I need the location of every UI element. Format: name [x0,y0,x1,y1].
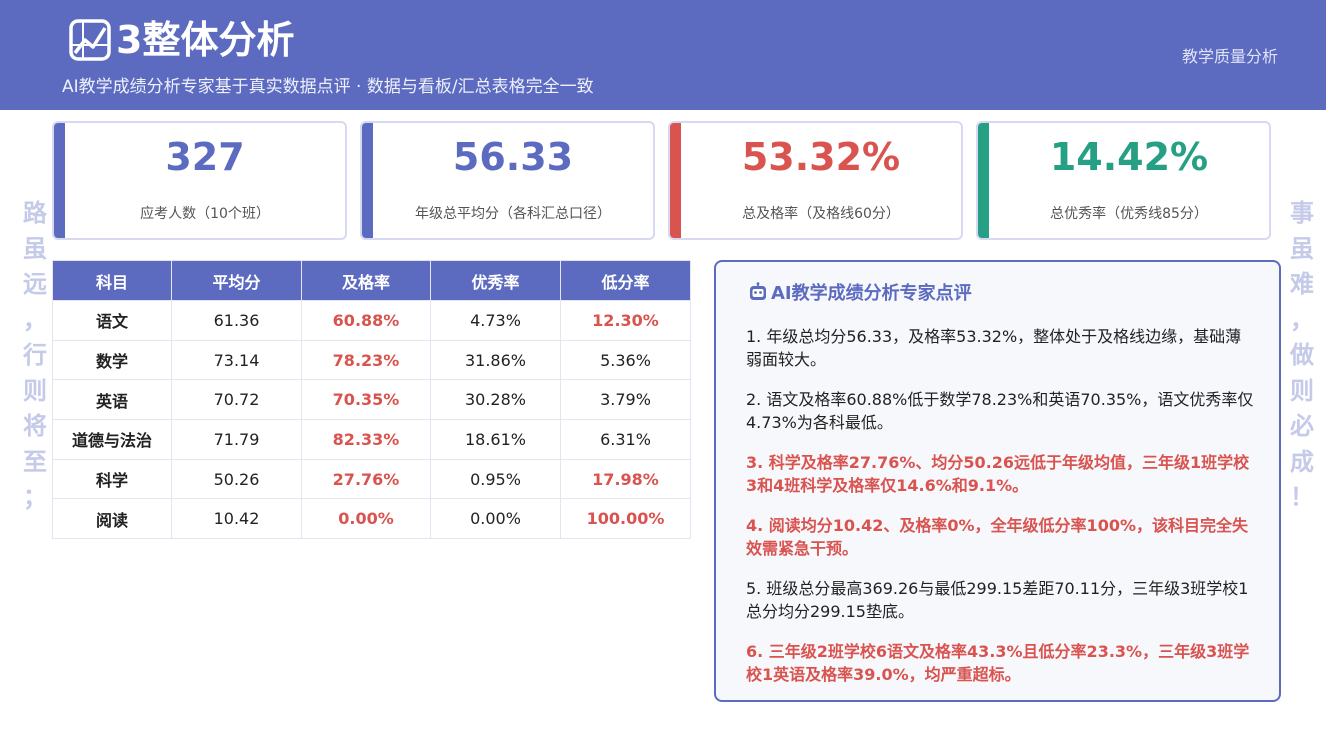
cell-excellent-rate: 4.73% [430,300,561,341]
cell-subject: 英语 [52,379,172,421]
review-item-warning: 3. 科学及格率27.76%、均分50.26远低于年级均值，三年级1班学校3和4… [746,453,1250,495]
kpi-card-examinees: 327 应考人数（10个班） [52,121,347,240]
cell-excellent-rate: 18.61% [430,419,561,460]
kpi-value: 56.33 [452,135,574,179]
cell-low-rate: 3.79% [560,379,691,421]
table-row: 语文 61.36 60.88% 4.73% 12.30% [52,300,691,341]
side-right-char: ！ [1290,483,1314,511]
cell-subject: 语文 [52,300,172,341]
robot-icon [750,282,766,300]
side-left-char: 则 [23,376,47,405]
kpi-card-excellent-rate: 14.42% 总优秀率（优秀线85分） [976,121,1271,240]
cell-low-rate: 5.36% [560,339,691,381]
cell-excellent-rate: 31.86% [430,339,561,381]
review-item: 2. 语文及格率60.88%低于数学78.23%和英语70.35%，语文优秀率仅… [746,390,1254,432]
column-header-pass-rate: 及格率 [301,260,431,301]
cell-excellent-rate: 0.00% [430,498,561,540]
cell-average: 71.79 [171,419,302,460]
cell-subject: 阅读 [52,498,172,540]
cell-average: 61.36 [171,300,302,341]
table-header-row: 科目 平均分 及格率 优秀率 低分率 [52,260,691,301]
column-header-subject: 科目 [52,260,172,301]
cell-average: 50.26 [171,458,302,500]
cell-pass-rate: 60.88% [301,300,431,341]
table-row: 道德与法治 71.79 82.33% 18.61% 6.31% [52,419,691,460]
cell-pass-rate: 70.35% [301,379,431,421]
cell-pass-rate: 0.00% [301,498,431,540]
report-category-label: 教学质量分析 [1181,47,1278,66]
side-motto-left: 路虽远 ， 行则将至 ； [21,196,49,516]
expert-review-panel: AI教学成绩分析专家点评 1. 年级总均分56.33，及格率53.32%，整体处… [714,260,1281,702]
side-right-char: 必 [1290,412,1314,440]
kpi-value: 53.32% [741,135,901,179]
side-motto-right: 事虽难 ， 做则必成 ！ [1288,196,1316,516]
cell-subject: 数学 [52,339,172,381]
cell-average: 70.72 [171,379,302,421]
side-left-char: 至 [23,447,47,476]
side-right-char: 做 [1290,341,1314,369]
page-header: 3整体分析 AI教学成绩分析专家基于真实数据点评 · 数据与看板/汇总表格完全一… [0,0,1326,110]
kpi-label: 总及格率（及格线60分） [742,206,900,222]
cell-excellent-rate: 30.28% [430,379,561,421]
column-header-low-rate: 低分率 [560,260,691,301]
side-right-char: 事 [1290,199,1314,227]
kpi-label: 应考人数（10个班） [140,206,270,222]
kpi-accent-bar [978,123,989,238]
table-row: 科学 50.26 27.76% 0.95% 17.98% [52,458,691,500]
cell-low-rate: 12.30% [560,300,691,341]
review-item-warning: 4. 阅读均分10.42、及格率0%，全年级低分率100%，该科目完全失效需紧急… [746,516,1248,558]
review-title-text: AI教学成绩分析专家点评 [771,283,972,304]
cell-excellent-rate: 0.95% [430,458,561,500]
cell-low-rate: 17.98% [560,458,691,500]
table-row: 数学 73.14 78.23% 31.86% 5.36% [52,339,691,381]
cell-subject: 道德与法治 [52,419,172,460]
kpi-accent-bar [362,123,373,238]
cell-pass-rate: 78.23% [301,339,431,381]
page-title: 3整体分析 [116,18,295,62]
cell-subject: 科学 [52,458,172,500]
side-left-char: ； [23,483,47,511]
review-item-warning: 6. 三年级2班学校6语文及格率43.3%且低分率23.3%，三年级3班学校1英… [746,642,1250,684]
table-row: 英语 70.72 70.35% 30.28% 3.79% [52,379,691,421]
review-list: 1. 年级总均分56.33，及格率53.32%，整体处于及格线边缘，基础薄弱面较… [746,326,1256,704]
review-title: AI教学成绩分析专家点评 [748,279,972,305]
side-right-char: 则 [1290,376,1314,405]
chart-icon [69,19,111,61]
subject-summary-table: 科目 平均分 及格率 优秀率 低分率 语文 61.36 60.88% 4.73%… [52,260,691,540]
side-right-char: 虽 [1290,234,1314,263]
kpi-card-pass-rate: 53.32% 总及格率（及格线60分） [668,121,963,240]
side-right-char: ， [1290,305,1314,334]
side-right-char: 成 [1290,447,1314,476]
page-title-row: 3整体分析 [68,16,294,64]
kpi-value: 327 [165,135,245,179]
page-subtitle: AI教学成绩分析专家基于真实数据点评 · 数据与看板/汇总表格完全一致 [62,77,594,97]
side-right-char: 难 [1290,270,1314,298]
kpi-label: 年级总平均分（各科汇总口径） [415,206,611,222]
column-header-average: 平均分 [171,260,302,301]
cell-pass-rate: 82.33% [301,419,431,460]
cell-average: 10.42 [171,498,302,540]
kpi-value: 14.42% [1049,135,1209,179]
cell-low-rate: 100.00% [560,498,691,540]
kpi-label: 总优秀率（优秀线85分） [1050,206,1208,222]
column-header-excellent-rate: 优秀率 [430,260,561,301]
cell-pass-rate: 27.76% [301,458,431,500]
side-left-char: 行 [23,341,47,369]
side-left-char: 路 [23,199,47,227]
kpi-accent-bar [54,123,65,238]
side-left-char: ， [23,305,47,334]
table-row: 阅读 10.42 0.00% 0.00% 100.00% [52,498,691,540]
review-item: 5. 班级总分最高369.26与最低299.15差距70.11分，三年级3班学校… [746,579,1249,621]
cell-average: 73.14 [171,339,302,381]
side-left-char: 远 [23,270,47,298]
cell-low-rate: 6.31% [560,419,691,460]
kpi-accent-bar [670,123,681,238]
kpi-card-average: 56.33 年级总平均分（各科汇总口径） [360,121,655,240]
review-item: 1. 年级总均分56.33，及格率53.32%，整体处于及格线边缘，基础薄弱面较… [746,327,1242,369]
side-left-char: 虽 [23,234,47,263]
side-left-char: 将 [23,412,47,440]
